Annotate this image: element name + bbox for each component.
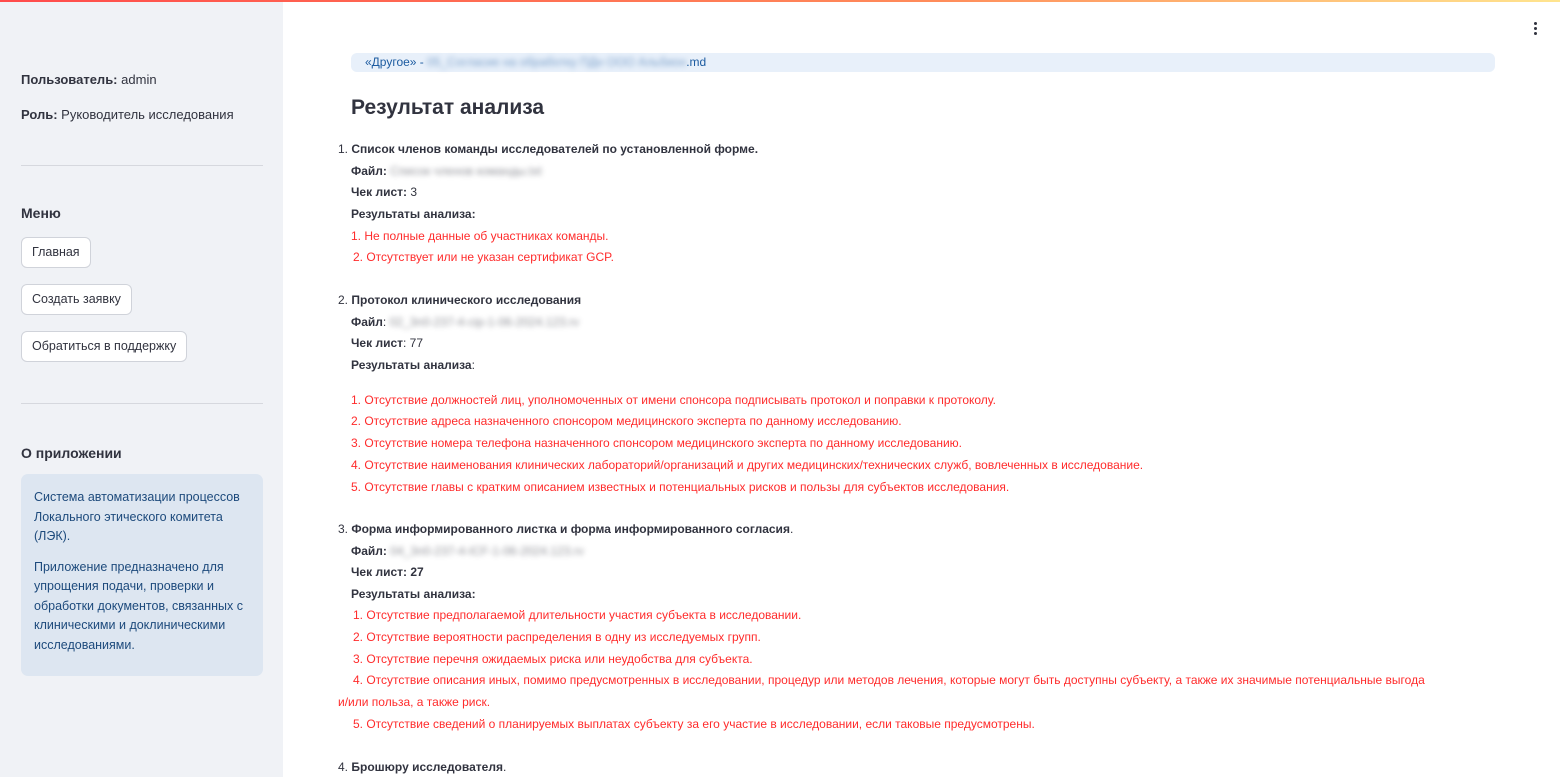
file-line: Файл: Список членов команды.txt <box>351 164 542 178</box>
about-info-box: Система автоматизации процессов Локально… <box>21 474 263 676</box>
role-label: Роль: <box>21 107 58 122</box>
file-banner: «Другое» - 05_Согласие на обработку ПДн … <box>351 53 1495 72</box>
page-title: Результат анализа <box>351 96 545 119</box>
issue-item: 2. Отсутствие адреса назначенного спонсо… <box>351 414 902 428</box>
file-extension: .md <box>686 55 707 69</box>
issue-item: 1. Отсутствие предполагаемой длительност… <box>353 608 802 622</box>
user-label: Пользователь: <box>21 72 118 87</box>
more-options-icon[interactable] <box>1529 22 1541 42</box>
user-info: Пользователь: admin <box>21 72 157 87</box>
file-redacted: Список членов команды.txt <box>390 164 542 178</box>
divider <box>21 165 263 166</box>
file-line: Файл: 02_3n0-237-4-cip-1-06-2024.123.rv <box>351 315 580 329</box>
section-heading: 3. Форма информированного листка и форма… <box>338 522 794 536</box>
issue-item: 5. Отсутствие сведений о планируемых вып… <box>353 717 1035 731</box>
issue-item: 3. Отсутствие номера телефона назначенно… <box>351 436 963 450</box>
file-redacted: 04_3n0-237-4-ICF-1-06-2024.123.rv <box>390 544 584 558</box>
issue-item: 4. Отсутствие наименования клинических л… <box>351 458 1144 472</box>
issue-item-continued: и/или польза, а также риск. <box>338 695 491 709</box>
issue-item: 5. Отсутствие главы с кратким описанием … <box>351 480 1010 494</box>
issue-item: 1. Отсутствие должностей лиц, уполномоче… <box>351 393 996 407</box>
about-text-1: Система автоматизации процессов Локально… <box>34 490 240 543</box>
results-label: Результаты анализа: <box>351 587 476 601</box>
checklist-line: Чек лист: 3 <box>351 185 418 199</box>
section-heading: 1. Список членов команды исследователей … <box>338 142 759 156</box>
create-request-button[interactable]: Создать заявку <box>21 284 132 315</box>
section-heading: 2. Протокол клинического исследования <box>338 293 582 307</box>
results-label: Результаты анализа: <box>351 358 475 372</box>
about-text-2: Приложение предназначено для упрощения п… <box>34 559 244 652</box>
file-redacted: 02_3n0-237-4-cip-1-06-2024.123.rv <box>389 315 580 329</box>
role-value: Руководитель исследования <box>61 107 234 122</box>
file-category: «Другое» - <box>365 55 428 69</box>
results-label: Результаты анализа: <box>351 207 476 221</box>
home-button[interactable]: Главная <box>21 237 91 268</box>
section-heading: 4. Брошюру исследователя. <box>338 760 507 774</box>
support-button[interactable]: Обратиться в поддержку <box>21 331 188 362</box>
issue-item: 1. Не полные данные об участниках команд… <box>351 229 609 243</box>
issue-item: 4. Отсутствие описания иных, помимо пред… <box>353 673 1425 687</box>
issue-item: 3. Отсутствие перечня ожидаемых риска ил… <box>353 652 753 666</box>
file-name-redacted: 05_Согласие на обработку ПДн ООО Альбион <box>427 55 687 69</box>
menu-heading: Меню <box>21 205 61 221</box>
checklist-line: Чек лист: 27 <box>351 565 424 579</box>
role-info: Роль: Руководитель исследования <box>21 107 234 122</box>
issue-item: 2. Отсутствие вероятности распределения … <box>353 630 761 644</box>
checklist-line: Чек лист: 77 <box>351 336 424 350</box>
about-heading: О приложении <box>21 445 122 461</box>
divider <box>21 403 263 404</box>
user-value: admin <box>121 72 157 87</box>
sidebar: Пользователь: admin Роль: Руководитель и… <box>0 2 283 777</box>
file-line: Файл: 04_3n0-237-4-ICF-1-06-2024.123.rv <box>351 544 584 558</box>
issue-item: 2. Отсутствует или не указан сертификат … <box>353 250 614 264</box>
